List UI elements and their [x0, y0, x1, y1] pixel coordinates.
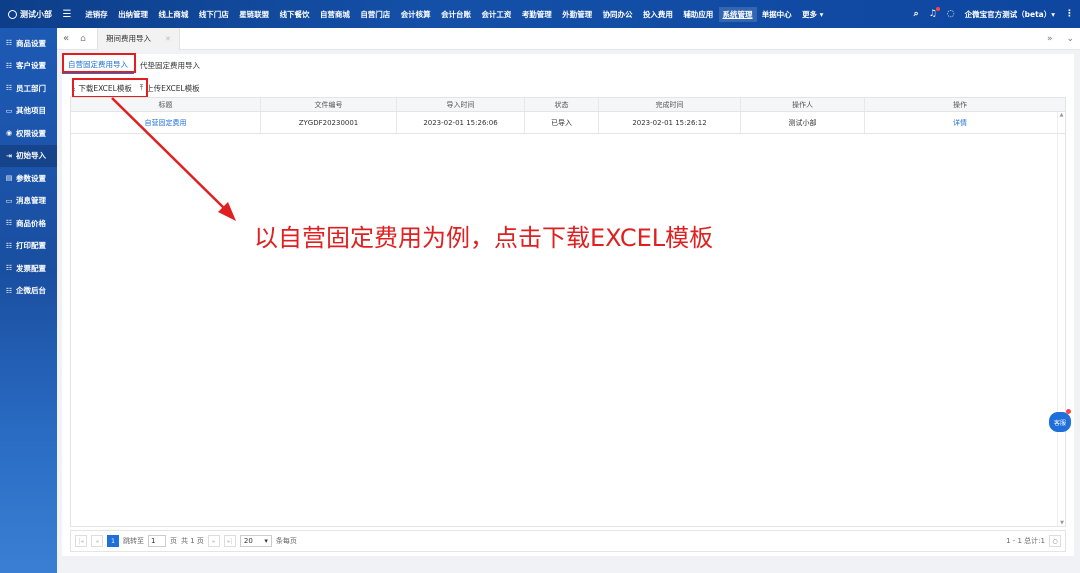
arrow-line [111, 97, 227, 211]
notification-dot [1066, 409, 1071, 414]
customer-service-label: 客服 [1053, 419, 1066, 427]
customer-service-button[interactable]: 客服 [1049, 409, 1071, 432]
annotation-arrow [111, 97, 236, 221]
annotation-text: 以自营固定费用为例，点击下载EXCEL模板 [254, 224, 714, 252]
